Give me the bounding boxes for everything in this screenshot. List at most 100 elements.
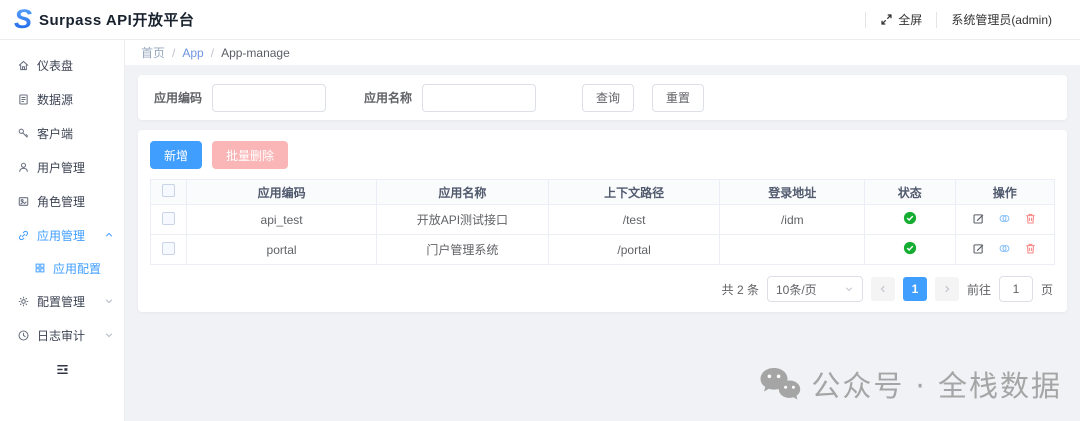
edit-icon[interactable] bbox=[972, 212, 985, 225]
sidebar-item-roles[interactable]: 角色管理 bbox=[0, 184, 124, 218]
chevron-down-icon bbox=[104, 296, 114, 306]
goto-label: 前往 bbox=[967, 281, 991, 298]
sidebar-collapse-button[interactable] bbox=[0, 362, 124, 377]
chevron-down-icon bbox=[104, 330, 114, 340]
clock-icon bbox=[17, 329, 30, 342]
pagination: 共 2 条 10条/页 1 前往 页 bbox=[150, 276, 1055, 302]
top-header: S Surpass API开放平台 全屏 系统管理员(admin) bbox=[0, 0, 1080, 40]
app-name-label: 应用名称 bbox=[364, 89, 412, 106]
breadcrumb-app[interactable]: App bbox=[182, 46, 203, 60]
gear-icon bbox=[17, 295, 30, 308]
row-checkbox[interactable] bbox=[162, 212, 175, 225]
cell-app-code: api_test bbox=[187, 205, 377, 235]
add-button[interactable]: 新增 bbox=[150, 141, 202, 169]
page-size-value: 10条/页 bbox=[776, 281, 817, 298]
sidebar-item-label: 角色管理 bbox=[37, 193, 114, 210]
col-header-path: 上下文路径 bbox=[548, 180, 720, 205]
sidebar-item-dashboard[interactable]: 仪表盘 bbox=[0, 48, 124, 82]
collapse-icon bbox=[55, 362, 70, 377]
app-table: 应用编码 应用名称 上下文路径 登录地址 状态 操作 api_test 开放AP… bbox=[150, 179, 1055, 265]
table-row: portal 门户管理系统 /portal bbox=[151, 235, 1055, 265]
page-number-button[interactable]: 1 bbox=[903, 277, 927, 301]
cell-login-url bbox=[720, 235, 865, 265]
cell-context-path: /portal bbox=[548, 235, 720, 265]
fullscreen-button[interactable]: 全屏 bbox=[865, 12, 936, 28]
delete-icon[interactable] bbox=[1024, 212, 1037, 225]
grid-icon bbox=[34, 262, 46, 274]
sidebar-item-app-manage[interactable]: 应用管理 bbox=[0, 218, 124, 252]
app-code-input[interactable] bbox=[212, 84, 326, 112]
chevron-up-icon bbox=[104, 230, 114, 240]
cell-app-name: 门户管理系统 bbox=[376, 235, 548, 265]
next-page-button[interactable] bbox=[935, 277, 959, 301]
main-content: 首页 / App / App-manage 应用编码 应用名称 查询 重置 新增… bbox=[125, 40, 1080, 421]
sidebar-item-log-audit[interactable]: 日志审计 bbox=[0, 318, 124, 352]
goto-page-input[interactable] bbox=[999, 276, 1033, 302]
fullscreen-icon bbox=[880, 13, 893, 26]
breadcrumb-separator: / bbox=[211, 46, 214, 60]
document-icon bbox=[17, 93, 30, 106]
link-icon bbox=[17, 229, 30, 242]
user-label: 系统管理员(admin) bbox=[951, 11, 1052, 28]
breadcrumb-separator: / bbox=[172, 46, 175, 60]
delete-icon[interactable] bbox=[1024, 242, 1037, 255]
sidebar-item-label: 用户管理 bbox=[37, 159, 114, 176]
app-name-input[interactable] bbox=[422, 84, 536, 112]
wechat-icon bbox=[759, 366, 801, 403]
sidebar-item-label: 应用管理 bbox=[37, 227, 97, 244]
edit-icon[interactable] bbox=[972, 242, 985, 255]
query-button[interactable]: 查询 bbox=[582, 84, 634, 112]
sidebar: 仪表盘 数据源 客户端 用户管理 角色管理 应用管理 应用配置 配置管理 日志审… bbox=[0, 40, 125, 421]
reset-button[interactable]: 重置 bbox=[652, 84, 704, 112]
watermark-text: 公众号 · 全栈数据 bbox=[811, 363, 1062, 405]
row-checkbox[interactable] bbox=[162, 242, 175, 255]
user-icon bbox=[17, 161, 30, 174]
cell-login-url: /idm bbox=[720, 205, 865, 235]
page-unit-label: 页 bbox=[1041, 281, 1053, 298]
table-header-row: 应用编码 应用名称 上下文路径 登录地址 状态 操作 bbox=[151, 180, 1055, 205]
secret-key-icon[interactable] bbox=[998, 242, 1011, 255]
chevron-left-icon bbox=[878, 284, 888, 294]
page-size-select[interactable]: 10条/页 bbox=[767, 276, 863, 302]
sidebar-item-label: 数据源 bbox=[37, 91, 114, 108]
sidebar-item-label: 日志审计 bbox=[37, 327, 97, 344]
prev-page-button[interactable] bbox=[871, 277, 895, 301]
col-header-login: 登录地址 bbox=[720, 180, 865, 205]
sidebar-item-config-manage[interactable]: 配置管理 bbox=[0, 284, 124, 318]
sidebar-item-datasource[interactable]: 数据源 bbox=[0, 82, 124, 116]
home-icon bbox=[17, 59, 30, 72]
cell-app-code: portal bbox=[187, 235, 377, 265]
select-all-checkbox[interactable] bbox=[162, 184, 175, 197]
cell-context-path: /test bbox=[548, 205, 720, 235]
sidebar-item-client[interactable]: 客户端 bbox=[0, 116, 124, 150]
batch-delete-button[interactable]: 批量删除 bbox=[212, 141, 288, 169]
sidebar-item-app-config[interactable]: 应用配置 bbox=[0, 252, 124, 284]
search-panel: 应用编码 应用名称 查询 重置 bbox=[138, 75, 1067, 120]
status-enabled-icon bbox=[903, 211, 917, 225]
col-header-status: 状态 bbox=[865, 180, 955, 205]
status-enabled-icon bbox=[903, 241, 917, 255]
secret-key-icon[interactable] bbox=[998, 212, 1011, 225]
breadcrumb: 首页 / App / App-manage bbox=[125, 40, 1080, 65]
fullscreen-label: 全屏 bbox=[898, 11, 922, 28]
user-menu[interactable]: 系统管理员(admin) bbox=[936, 12, 1066, 28]
table-panel: 新增 批量删除 应用编码 应用名称 上下文路径 登录地址 状态 操作 api_t… bbox=[138, 130, 1067, 312]
col-header-action: 操作 bbox=[955, 180, 1055, 205]
sidebar-item-label: 仪表盘 bbox=[37, 57, 114, 74]
cell-app-name: 开放API测试接口 bbox=[376, 205, 548, 235]
sidebar-item-label: 客户端 bbox=[37, 125, 114, 142]
breadcrumb-home[interactable]: 首页 bbox=[141, 44, 165, 61]
col-header-name: 应用名称 bbox=[376, 180, 548, 205]
chevron-right-icon bbox=[942, 284, 952, 294]
table-row: api_test 开放API测试接口 /test /idm bbox=[151, 205, 1055, 235]
table-toolbar: 新增 批量删除 bbox=[150, 141, 1055, 169]
sidebar-item-users[interactable]: 用户管理 bbox=[0, 150, 124, 184]
app-title: Surpass API开放平台 bbox=[39, 9, 194, 30]
sidebar-item-label: 配置管理 bbox=[37, 293, 97, 310]
sidebar-item-label: 应用配置 bbox=[53, 260, 114, 277]
role-icon bbox=[17, 195, 30, 208]
col-header-code: 应用编码 bbox=[187, 180, 377, 205]
chevron-down-icon bbox=[844, 284, 854, 294]
header-right: 全屏 系统管理员(admin) bbox=[865, 12, 1066, 28]
breadcrumb-current: App-manage bbox=[221, 46, 290, 60]
